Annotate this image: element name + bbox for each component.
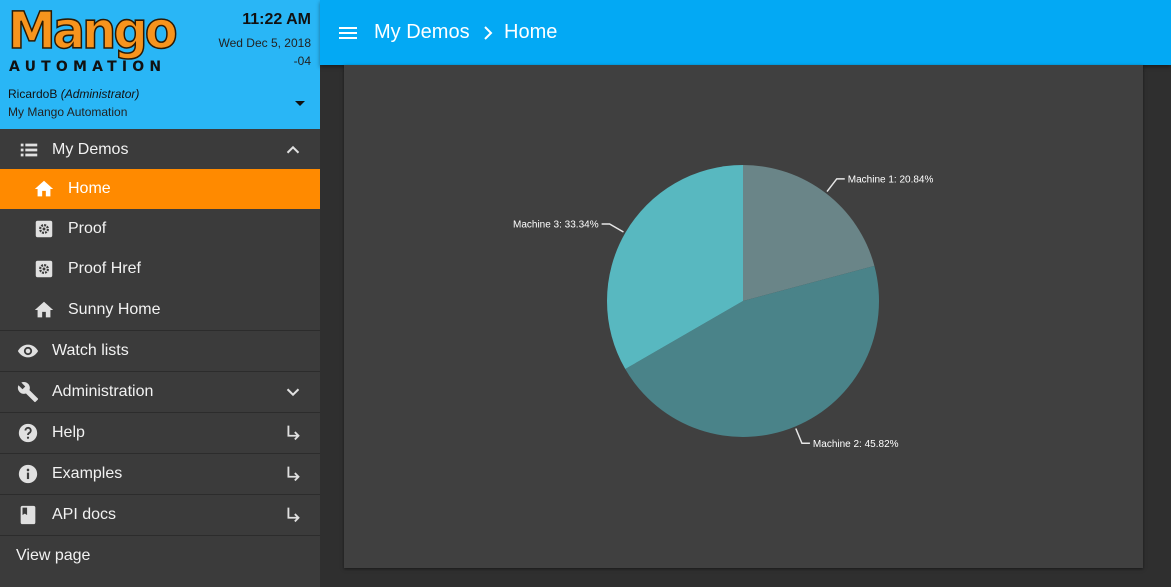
pie-slice-label: Machine 3: 33.34% — [513, 220, 599, 231]
book-icon — [17, 504, 39, 526]
help-circle-icon — [17, 422, 39, 444]
user-name-text: RicardoB — [8, 87, 58, 101]
chevron-right-icon — [480, 24, 496, 42]
pie-slice-label: Machine 1: 20.84% — [848, 174, 934, 185]
sidebar-item-sunny-home[interactable]: Sunny Home — [0, 289, 320, 330]
user-role: (Administrator) — [60, 87, 140, 101]
sidebar-item-label: Proof Href — [68, 260, 141, 277]
chevron-up-icon[interactable] — [282, 139, 304, 161]
sidebar-item-label: Home — [68, 180, 111, 197]
clock-date: Wed Dec 5, 2018 — [218, 36, 311, 50]
sidebar-item-label: Watch lists — [52, 342, 129, 359]
user-menu-dropdown-icon[interactable] — [290, 96, 310, 112]
breadcrumb-parent[interactable]: My Demos — [374, 21, 470, 44]
pie-label-leader — [795, 428, 810, 445]
sidebar-item-view-page[interactable]: View page — [0, 535, 320, 576]
sidebar-item-watch-lists[interactable]: Watch lists — [0, 330, 320, 371]
pie-label-leader — [601, 223, 624, 233]
sidebar-item-examples[interactable]: Examples — [0, 453, 320, 494]
sidebar-item-my-demos[interactable]: My Demos — [0, 129, 320, 170]
subdirectory-arrow-icon[interactable] — [282, 504, 304, 526]
home-icon — [33, 178, 55, 200]
sidebar-item-label: Administration — [52, 383, 154, 400]
top-toolbar: My Demos Home — [320, 0, 1171, 65]
sidebar-item-label: Sunny Home — [68, 300, 161, 318]
sidebar-item-proof[interactable]: Proof — [0, 209, 320, 249]
list-icon — [18, 139, 40, 161]
clock-time: 11:22 AM — [242, 11, 311, 28]
user-name: RicardoB (Administrator) — [8, 87, 139, 101]
app-root: Mango AUTOMATION 11:22 AM Wed Dec 5, 201… — [0, 0, 1171, 587]
sidebar-item-administration[interactable]: Administration — [0, 371, 320, 412]
logo-subtext: AUTOMATION — [9, 59, 167, 75]
pie-chart: Machine 1: 20.84% Machine 2: 45.82% Machin… — [513, 165, 934, 450]
settings-box-icon — [33, 218, 55, 240]
sidebar-item-label: View page — [16, 547, 91, 564]
sidebar-item-label: Examples — [52, 465, 123, 482]
dashboard-card: Machine 1: 20.84% Machine 2: 45.82% Machin… — [344, 65, 1143, 568]
sidebar-item-api-docs[interactable]: API docs — [0, 494, 320, 535]
menu-icon[interactable] — [336, 22, 360, 44]
pie-label-leader — [826, 178, 845, 192]
clock-timezone: -04 — [293, 54, 311, 68]
sidebar-item-proof-href[interactable]: Proof Href — [0, 249, 320, 289]
sidebar-item-label: My Demos — [52, 140, 129, 158]
chevron-down-icon[interactable] — [282, 381, 304, 403]
info-icon — [17, 463, 39, 485]
sidebar-header: Mango AUTOMATION 11:22 AM Wed Dec 5, 201… — [0, 0, 320, 129]
home-icon — [33, 299, 55, 321]
wrench-icon — [17, 381, 39, 403]
logo-text: Mango — [7, 1, 178, 61]
sidebar-item-home[interactable]: Home — [0, 169, 320, 209]
sidebar-item-help[interactable]: Help — [0, 412, 320, 453]
sidebar-item-label: Proof — [68, 220, 107, 237]
sidebar: Mango AUTOMATION 11:22 AM Wed Dec 5, 201… — [0, 0, 320, 587]
subdirectory-arrow-icon[interactable] — [282, 463, 304, 485]
breadcrumb-current: Home — [504, 21, 558, 43]
pie-slice-label: Machine 2: 45.82% — [813, 439, 899, 450]
eye-icon — [17, 340, 39, 362]
sidebar-item-label: Help — [52, 424, 85, 441]
mango-logo[interactable]: Mango AUTOMATION — [7, 3, 178, 76]
site-name: My Mango Automation — [8, 105, 128, 119]
subdirectory-arrow-icon[interactable] — [282, 422, 304, 444]
settings-box-icon — [33, 258, 55, 280]
sidebar-item-label: API docs — [52, 506, 117, 523]
